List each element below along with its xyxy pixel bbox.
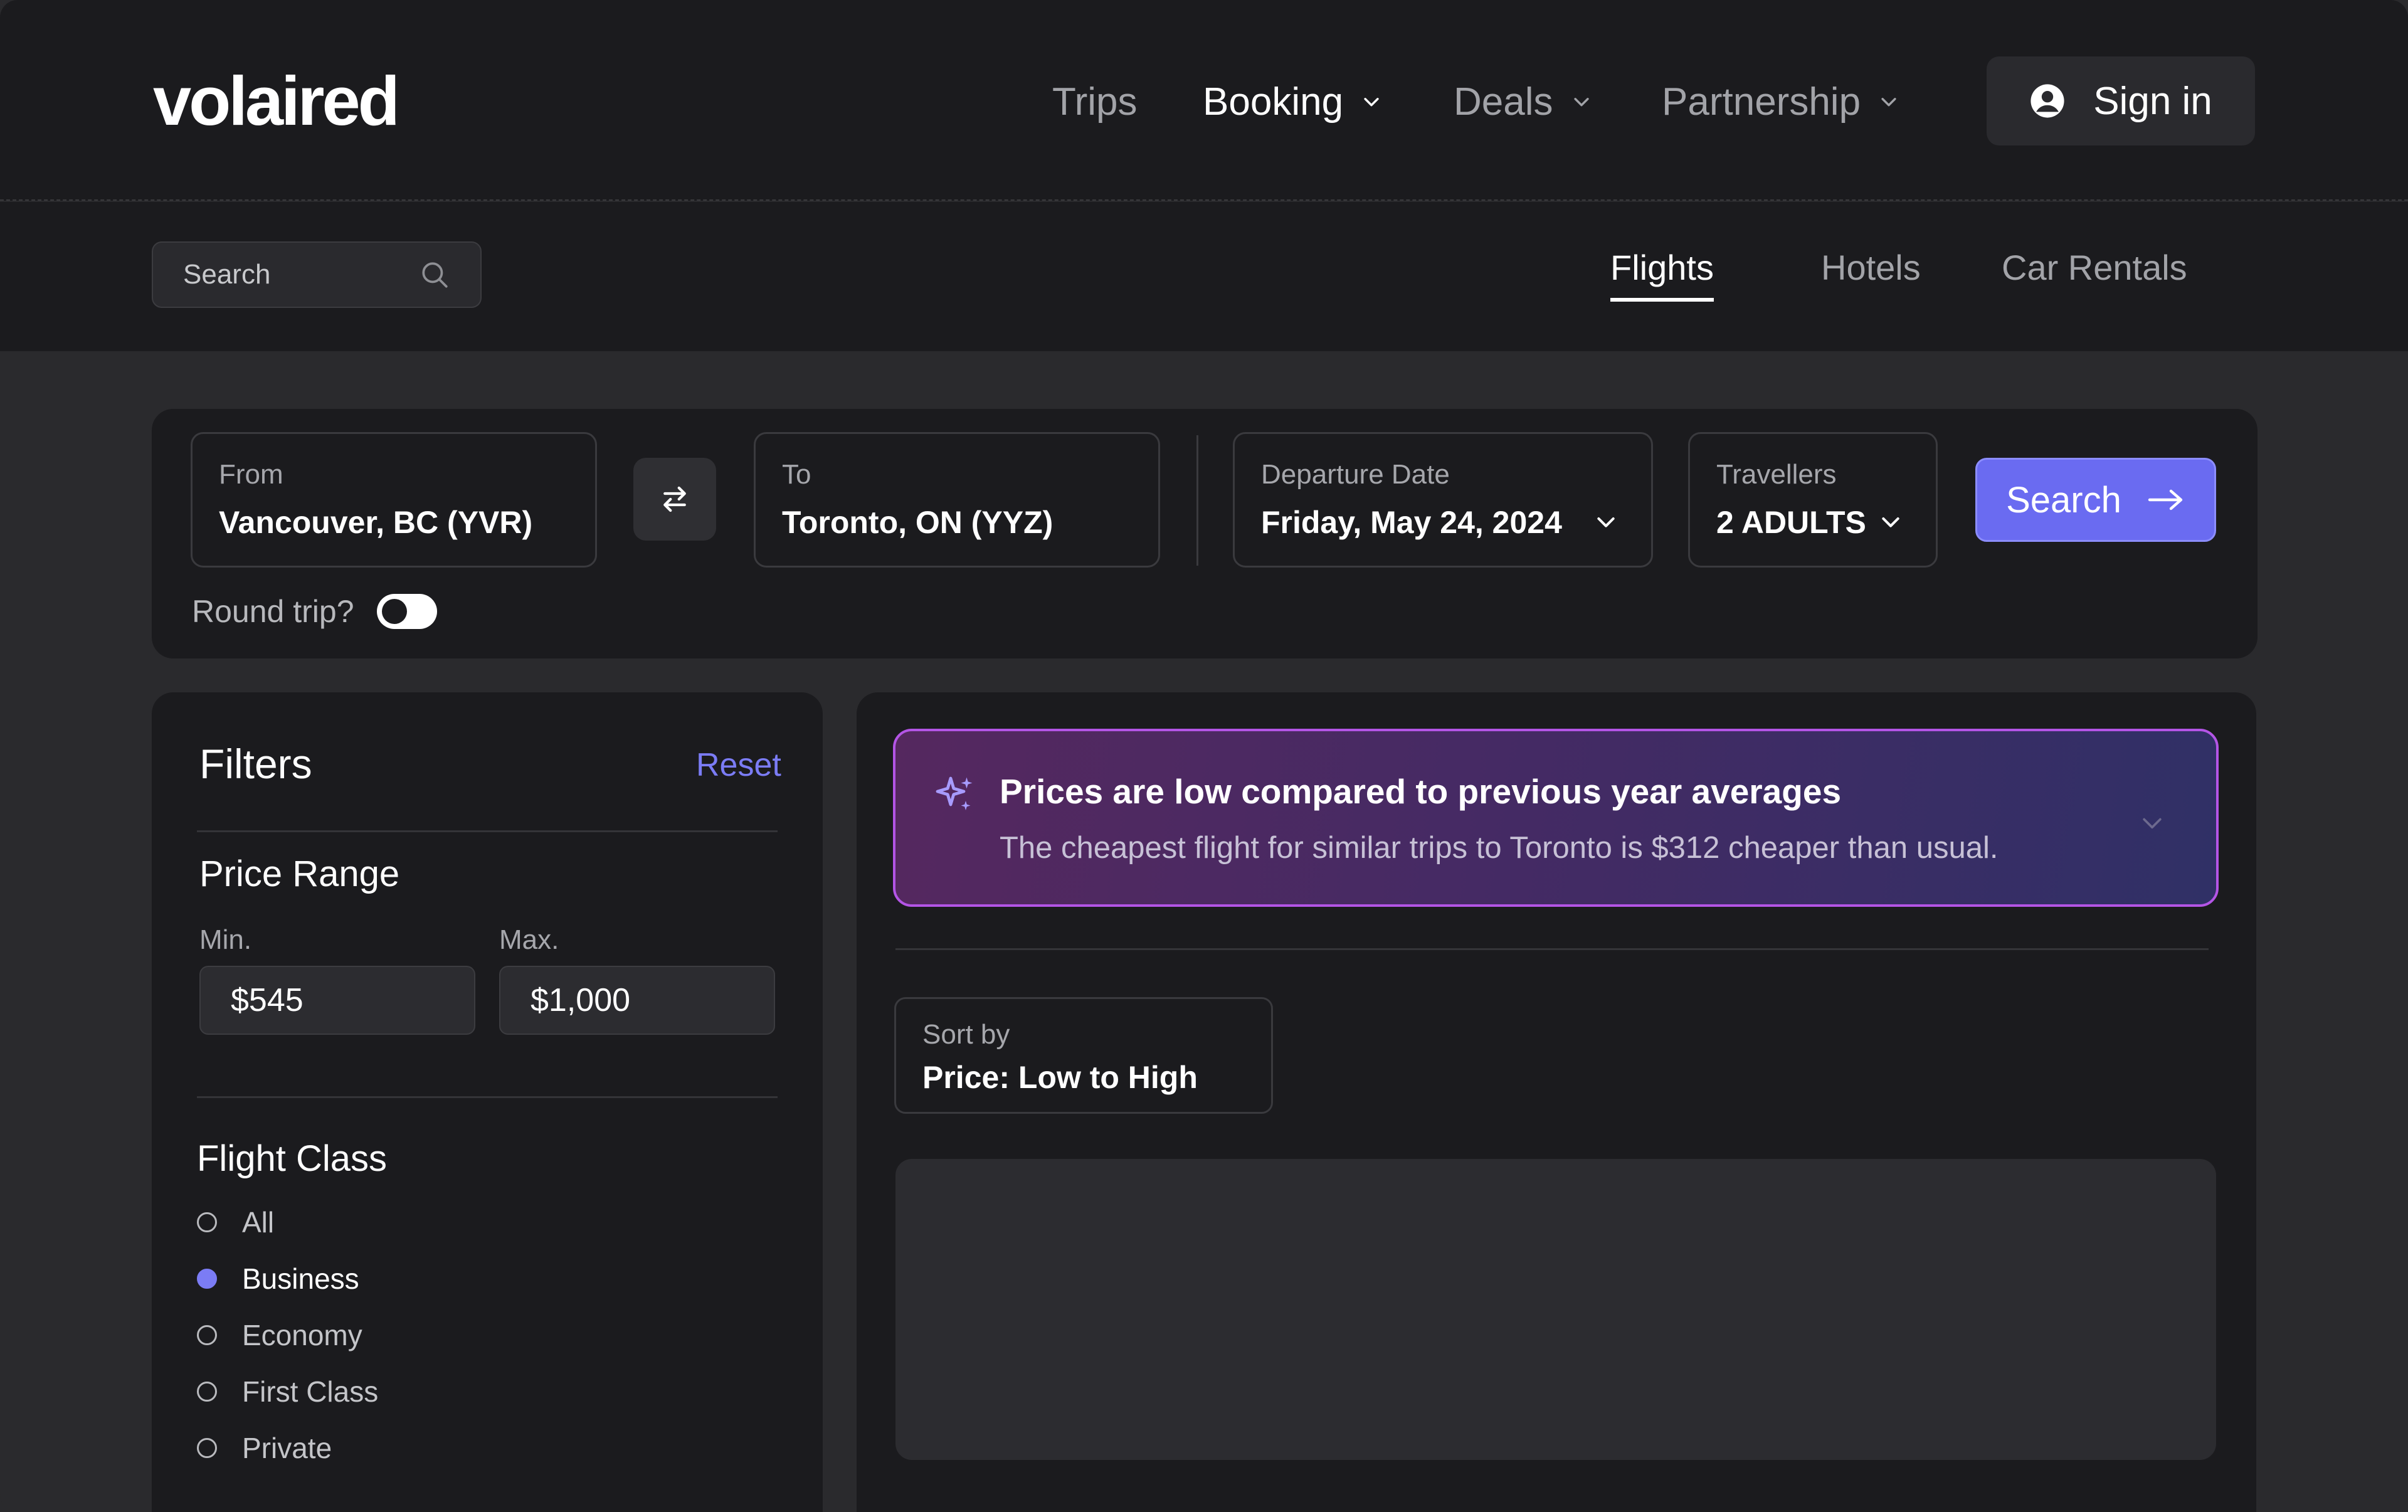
- tab-flights[interactable]: Flights: [1610, 247, 1714, 302]
- nav-item-label: Trips: [1052, 80, 1138, 124]
- chevron-down-icon: [1597, 517, 1615, 527]
- swap-locations-button[interactable]: [633, 458, 716, 541]
- from-field[interactable]: From Vancouver, BC (YVR): [191, 432, 597, 568]
- min-price-input[interactable]: $545: [199, 966, 475, 1035]
- flight-class-option-first-class[interactable]: First Class: [197, 1375, 378, 1409]
- radio-button[interactable]: [197, 1212, 217, 1232]
- max-price-label: Max.: [499, 924, 559, 955]
- user-circle-icon: [2030, 84, 2064, 118]
- brand-logo[interactable]: volaired: [153, 61, 400, 141]
- option-label: Business: [242, 1262, 359, 1295]
- round-trip-option: Round trip?: [192, 593, 437, 630]
- radio-button[interactable]: [197, 1269, 217, 1289]
- sign-in-button[interactable]: Sign in: [1987, 56, 2255, 145]
- radio-button[interactable]: [197, 1325, 217, 1345]
- app-window: volaired Trips Booking Deals Partnership…: [0, 0, 2408, 1512]
- chevron-down-icon[interactable]: [2138, 809, 2166, 837]
- banner-title: Prices are low compared to previous year…: [1000, 772, 1842, 811]
- chevron-down-icon: [1573, 98, 1589, 107]
- price-range-title: Price Range: [199, 854, 400, 894]
- filters-divider: [197, 1096, 778, 1098]
- search-input[interactable]: [183, 259, 396, 290]
- tab-car-rentals[interactable]: Car Rentals: [2002, 247, 2187, 298]
- chevron-down-icon: [1881, 98, 1896, 107]
- reset-filters-link[interactable]: Reset: [696, 746, 781, 784]
- price-insight-banner[interactable]: Prices are low compared to previous year…: [893, 729, 2219, 907]
- to-field[interactable]: To Toronto, ON (YYZ): [754, 432, 1160, 568]
- flight-class-title: Flight Class: [197, 1138, 387, 1179]
- option-label: First Class: [242, 1375, 379, 1408]
- filters-divider: [197, 830, 778, 832]
- filters-title: Filters: [199, 741, 312, 787]
- sort-by-label: Sort by: [922, 1019, 1010, 1050]
- sub-navigation-bar: Flights Hotels Car Rentals: [0, 202, 2408, 351]
- results-divider: [895, 948, 2209, 950]
- sort-by-value: Price: Low to High: [922, 1060, 1198, 1095]
- nav-item-deals[interactable]: Deals: [1454, 75, 1592, 128]
- arrow-right-icon: [2148, 489, 2183, 510]
- from-value: Vancouver, BC (YVR): [219, 505, 533, 540]
- site-search[interactable]: [152, 241, 482, 308]
- radio-button[interactable]: [197, 1382, 217, 1402]
- to-label: To: [782, 459, 811, 490]
- departure-date-value: Friday, May 24, 2024: [1261, 505, 1562, 540]
- banner-body: The cheapest flight for similar trips to…: [1000, 831, 1999, 865]
- search-button-label: Search: [2006, 479, 2121, 521]
- nav-item-label: Booking: [1203, 80, 1344, 124]
- search-icon[interactable]: [419, 259, 450, 290]
- swap-arrows-icon: [663, 486, 686, 512]
- chevron-down-icon: [1882, 517, 1899, 527]
- round-trip-label: Round trip?: [192, 594, 354, 629]
- nav-item-label: Partnership: [1662, 80, 1861, 124]
- from-label: From: [219, 459, 283, 490]
- travellers-field[interactable]: Travellers 2 ADULTS: [1688, 432, 1938, 568]
- nav-item-label: Deals: [1454, 80, 1553, 124]
- travellers-value: 2 ADULTS: [1716, 505, 1866, 540]
- search-flights-button[interactable]: Search: [1975, 458, 2216, 542]
- min-price-label: Min.: [199, 924, 252, 955]
- chevron-down-icon: [1364, 98, 1379, 107]
- round-trip-toggle[interactable]: [376, 594, 437, 629]
- top-navigation-bar: volaired Trips Booking Deals Partnership…: [0, 0, 2408, 201]
- nav-item-trips[interactable]: Trips: [1052, 75, 1137, 128]
- flight-class-option-business[interactable]: Business: [197, 1262, 359, 1296]
- max-price-input[interactable]: $1,000: [499, 966, 775, 1035]
- sort-by-dropdown[interactable]: Sort by Price: Low to High: [894, 997, 1273, 1114]
- flight-class-option-all[interactable]: All: [197, 1205, 274, 1239]
- nav-item-partnership[interactable]: Partnership: [1662, 75, 1899, 128]
- flight-class-option-private[interactable]: Private: [197, 1431, 332, 1465]
- sign-in-label: Sign in: [2093, 79, 2212, 123]
- to-value: Toronto, ON (YYZ): [782, 505, 1054, 540]
- option-label: Private: [242, 1432, 332, 1464]
- sparkles-icon: [936, 776, 973, 810]
- travellers-label: Travellers: [1716, 459, 1837, 490]
- flight-class-option-economy[interactable]: Economy: [197, 1318, 362, 1352]
- nav-item-booking[interactable]: Booking: [1203, 75, 1382, 128]
- departure-date-field[interactable]: Departure Date Friday, May 24, 2024: [1233, 432, 1653, 568]
- departure-date-label: Departure Date: [1261, 459, 1450, 490]
- option-label: Economy: [242, 1319, 362, 1351]
- tab-hotels[interactable]: Hotels: [1821, 247, 1921, 298]
- form-divider: [1196, 435, 1198, 566]
- toggle-knob: [381, 599, 407, 624]
- radio-button[interactable]: [197, 1438, 217, 1458]
- option-label: All: [242, 1206, 275, 1239]
- result-card-placeholder: [895, 1159, 2216, 1460]
